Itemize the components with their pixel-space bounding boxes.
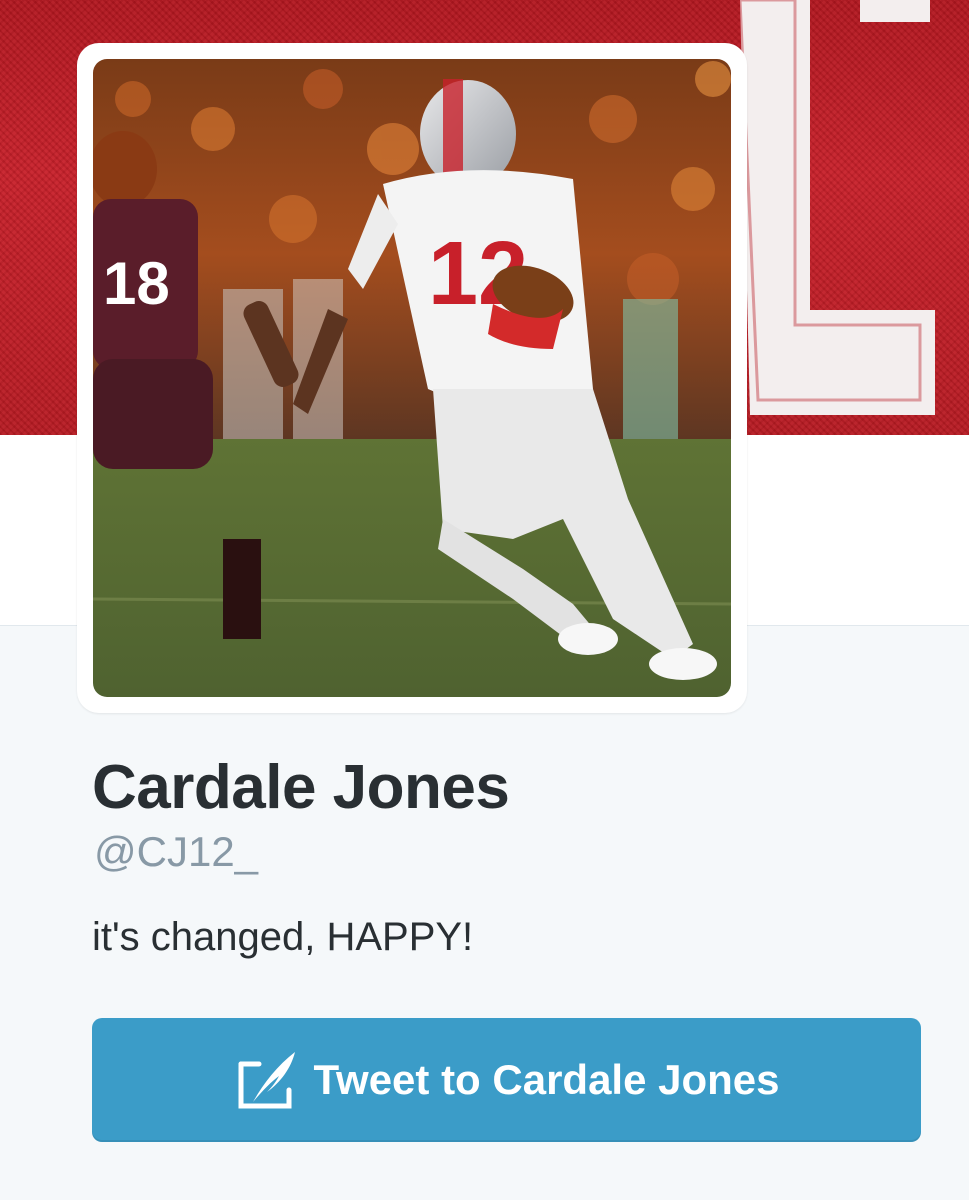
compose-tweet-icon (233, 1046, 299, 1114)
tweet-to-user-label: Tweet to Cardale Jones (313, 1056, 780, 1103)
profile-avatar[interactable]: 18 12 (93, 59, 731, 697)
banner-jersey-number-graphic (740, 0, 935, 415)
profile-bio: it's changed, HAPPY! (92, 915, 474, 959)
svg-text:18: 18 (103, 250, 170, 317)
profile-name[interactable]: Cardale Jones (92, 752, 510, 823)
profile-handle[interactable]: @CJ12_ (94, 828, 258, 876)
tweet-to-user-button[interactable]: Tweet to Cardale Jones (92, 1018, 921, 1142)
avatar-frame: 18 12 (77, 43, 747, 713)
football-player-photo: 18 12 (93, 59, 731, 697)
